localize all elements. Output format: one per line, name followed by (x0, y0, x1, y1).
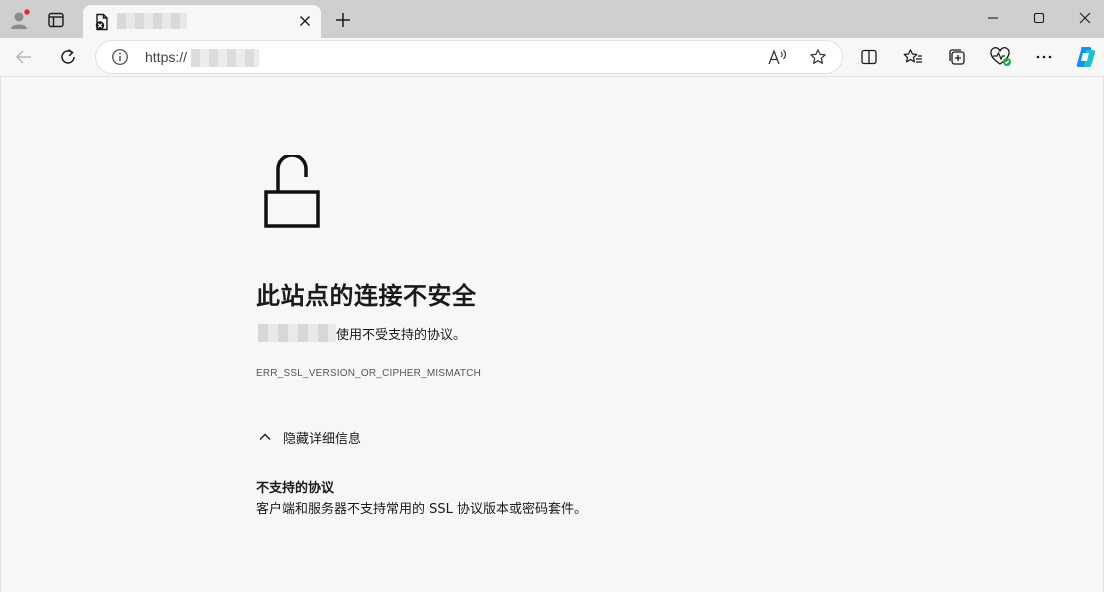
back-button[interactable] (8, 41, 40, 73)
heart-pulse-icon (990, 47, 1011, 66)
tab-close-button[interactable] (295, 11, 315, 31)
refresh-icon (61, 49, 75, 64)
copilot-icon (1076, 47, 1096, 67)
add-favorite-button[interactable] (804, 45, 832, 69)
error-page: 此站点的连接不安全 使用不受支持的协议。 ERR_SSL_VERSION_OR_… (0, 77, 1104, 592)
address-bar[interactable]: https:// (96, 41, 842, 73)
window-close-button[interactable] (1062, 0, 1104, 36)
tab-actions-button[interactable] (40, 5, 72, 35)
navigation-toolbar: https:// (0, 38, 1104, 77)
maximize-button[interactable] (1016, 0, 1062, 36)
tab-strip (0, 0, 1104, 38)
url-host-redacted (191, 49, 259, 67)
hide-details-button[interactable]: 隐藏详细信息 (256, 426, 361, 448)
copilot-button[interactable] (1070, 41, 1102, 73)
error-description: 使用不受支持的协议。 (258, 323, 466, 343)
url-scheme: https:// (145, 49, 188, 65)
star-icon (810, 49, 826, 64)
close-icon (1079, 12, 1091, 24)
active-tab[interactable] (83, 5, 321, 38)
hide-details-label: 隐藏详细信息 (283, 431, 362, 447)
error-code: ERR_SSL_VERSION_OR_CIPHER_MISMATCH (256, 368, 482, 379)
back-arrow-icon (15, 50, 31, 64)
maximize-icon (1033, 12, 1045, 24)
profile-icon (11, 8, 31, 29)
close-icon (300, 16, 310, 26)
detail-heading: 不支持的协议 (256, 481, 335, 496)
detail-body: 客户端和服务器不支持常用的 SSL 协议版本或密码套件。 (256, 502, 588, 517)
new-tab-button[interactable] (327, 5, 359, 35)
browser-essentials-button[interactable] (985, 41, 1017, 73)
read-aloud-icon (768, 49, 787, 65)
host-name-redacted (258, 324, 336, 342)
collections-icon (949, 49, 965, 65)
error-title: 此站点的连接不安全 (256, 282, 477, 310)
site-info-button[interactable] (110, 47, 130, 67)
chevron-up-icon (256, 428, 274, 446)
favorites-icon (903, 49, 922, 63)
read-aloud-button[interactable] (764, 45, 792, 69)
split-screen-button[interactable] (853, 41, 885, 73)
collections-button[interactable] (941, 41, 973, 73)
broken-page-icon (95, 13, 108, 31)
unlocked-padlock-icon (264, 155, 320, 228)
more-options-button[interactable] (1028, 41, 1060, 73)
plus-icon (336, 13, 350, 27)
profile-button[interactable] (4, 5, 36, 35)
info-icon (112, 49, 128, 65)
tab-actions-icon (48, 12, 64, 28)
refresh-button[interactable] (52, 41, 84, 73)
browser-window: https:// 此站点的连接不安全 使用不受支持的协议。 ERR_SSL_VE… (0, 0, 1104, 592)
split-screen-icon (861, 49, 877, 65)
favorites-button[interactable] (897, 41, 929, 73)
minimize-button[interactable] (970, 0, 1016, 36)
more-icon (1036, 55, 1052, 59)
minimize-icon (988, 17, 998, 19)
error-description-text: 使用不受支持的协议。 (336, 327, 467, 343)
tab-title-redacted (117, 13, 187, 29)
